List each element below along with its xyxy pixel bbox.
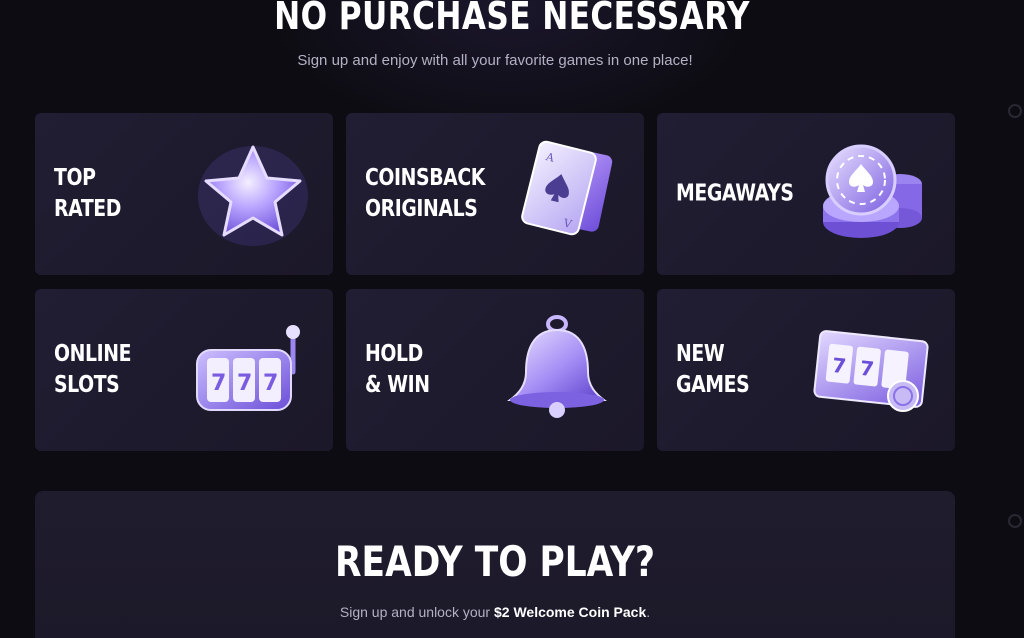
svg-text:7: 7 [237,371,252,396]
cta-subtitle-suffix: . [646,604,651,620]
svg-text:7: 7 [859,356,875,381]
bell-icon [507,315,607,418]
svg-text:7: 7 [263,371,278,396]
edge-scroll-indicator [1008,514,1022,528]
edge-scroll-indicator [1008,104,1022,118]
category-label: NEW GAMES [676,341,750,398]
slot-ticket-icon: 7 7 [813,330,929,412]
page-subtitle: Sign up and enjoy with all your favorite… [297,52,693,69]
category-card-online-slots[interactable]: ONLINE SLOTS 7 7 7 [35,289,333,451]
category-grid: TOP RATED COINSBACK ORIGINALS A V MEGAWA… [35,113,955,451]
slot-machine-icon: 7 7 7 [196,325,300,411]
svg-text:7: 7 [211,371,226,396]
category-card-new-games[interactable]: NEW GAMES 7 7 [657,289,955,451]
playing-card-icon: A V [521,140,613,236]
coin-stack-icon [823,144,922,238]
svg-text:7: 7 [831,353,847,378]
welcome-coin-pack-text: $2 Welcome Coin Pack [493,604,647,620]
category-card-coinsback-originals[interactable]: COINSBACK ORIGINALS A V [346,113,644,275]
category-card-top-rated[interactable]: TOP RATED [35,113,333,275]
category-label: TOP RATED [54,165,122,222]
cta-title: READY TO PLAY? [335,537,655,586]
category-card-hold-and-win[interactable]: HOLD & WIN [346,289,644,451]
category-label: HOLD & WIN [365,341,430,398]
category-card-megaways[interactable]: MEGAWAYS [657,113,955,275]
page-title: NO PURCHASE NECESSARY [274,0,750,38]
cta-subtitle: Sign up and unlock your $2 Welcome Coin … [35,604,955,620]
category-label: ONLINE SLOTS [54,341,132,398]
category-label: MEGAWAYS [676,180,794,207]
star-icon [198,145,308,246]
category-label: COINSBACK ORIGINALS [365,165,486,222]
cta-subtitle-prefix: Sign up and unlock your [339,604,494,620]
cta-banner: READY TO PLAY? Sign up and unlock your $… [35,491,955,638]
